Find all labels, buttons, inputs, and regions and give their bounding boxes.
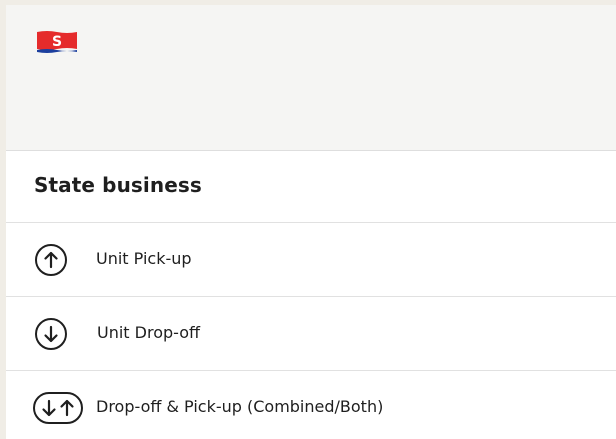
option-unit-drop-off[interactable]: Unit Drop-off	[6, 296, 616, 369]
option-unit-pick-up[interactable]: Unit Pick-up	[6, 222, 616, 295]
app-frame: S State business Unit Pick-up Unit Drop-…	[6, 5, 616, 439]
header: S	[6, 5, 616, 151]
state-business-card: State business Unit Pick-up Unit Drop-of…	[6, 151, 616, 439]
option-label: Drop-off & Pick-up (Combined/Both)	[96, 397, 384, 416]
option-label: Unit Drop-off	[97, 323, 201, 342]
arrows-down-up-pill-icon	[33, 392, 83, 424]
option-label: Unit Pick-up	[96, 249, 192, 268]
arrow-down-circle-icon	[35, 318, 67, 350]
card-title: State business	[34, 173, 202, 197]
flag-logo-icon[interactable]: S	[36, 30, 78, 54]
option-drop-off-and-pick-up[interactable]: Drop-off & Pick-up (Combined/Both)	[6, 370, 616, 439]
arrow-up-circle-icon	[35, 244, 67, 276]
logo-letter: S	[52, 34, 62, 50]
